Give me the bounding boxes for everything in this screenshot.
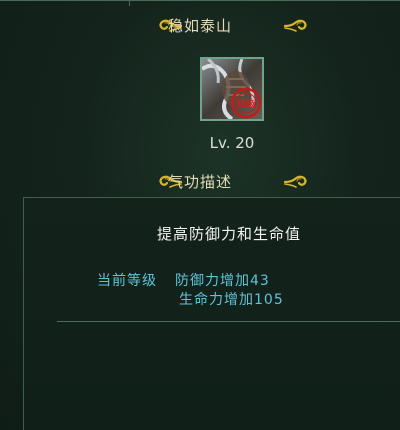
frame-notch bbox=[129, 0, 130, 6]
swirl-ornament-right-icon bbox=[283, 19, 307, 32]
bonus-defense: 防御力增加43 bbox=[175, 273, 270, 289]
skill-name-header: 稳如泰山 bbox=[0, 14, 400, 38]
skill-name: 稳如泰山 bbox=[167, 17, 232, 35]
description-divider bbox=[57, 321, 400, 322]
top-frame-line bbox=[0, 0, 400, 1]
skill-icon[interactable]: 顶级 bbox=[200, 57, 264, 121]
bonus-health: 生命力增加105 bbox=[179, 292, 284, 308]
swirl-ornament-right-icon bbox=[283, 175, 307, 188]
description-header-title: 气功描述 bbox=[167, 173, 232, 191]
svg-text:顶级: 顶级 bbox=[237, 98, 256, 110]
description-main-text: 提高防御力和生命值 bbox=[157, 225, 302, 243]
description-header: 气功描述 bbox=[0, 170, 400, 194]
skill-level: Lv. 20 bbox=[209, 134, 255, 152]
skill-stone-armor-icon: 顶级 bbox=[202, 59, 262, 119]
current-level-label: 当前等级 bbox=[97, 273, 157, 289]
